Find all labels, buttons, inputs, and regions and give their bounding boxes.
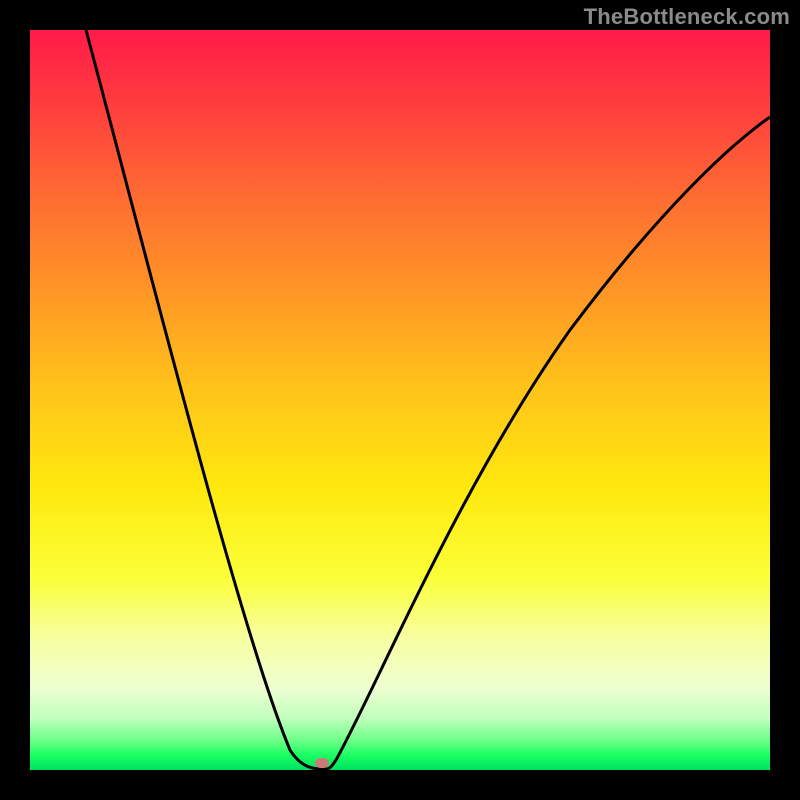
curve-path	[86, 30, 770, 769]
curve-svg	[30, 30, 770, 770]
watermark-text: TheBottleneck.com	[584, 4, 790, 30]
min-marker	[315, 758, 329, 768]
plot-area	[30, 30, 770, 770]
chart-frame: TheBottleneck.com	[0, 0, 800, 800]
